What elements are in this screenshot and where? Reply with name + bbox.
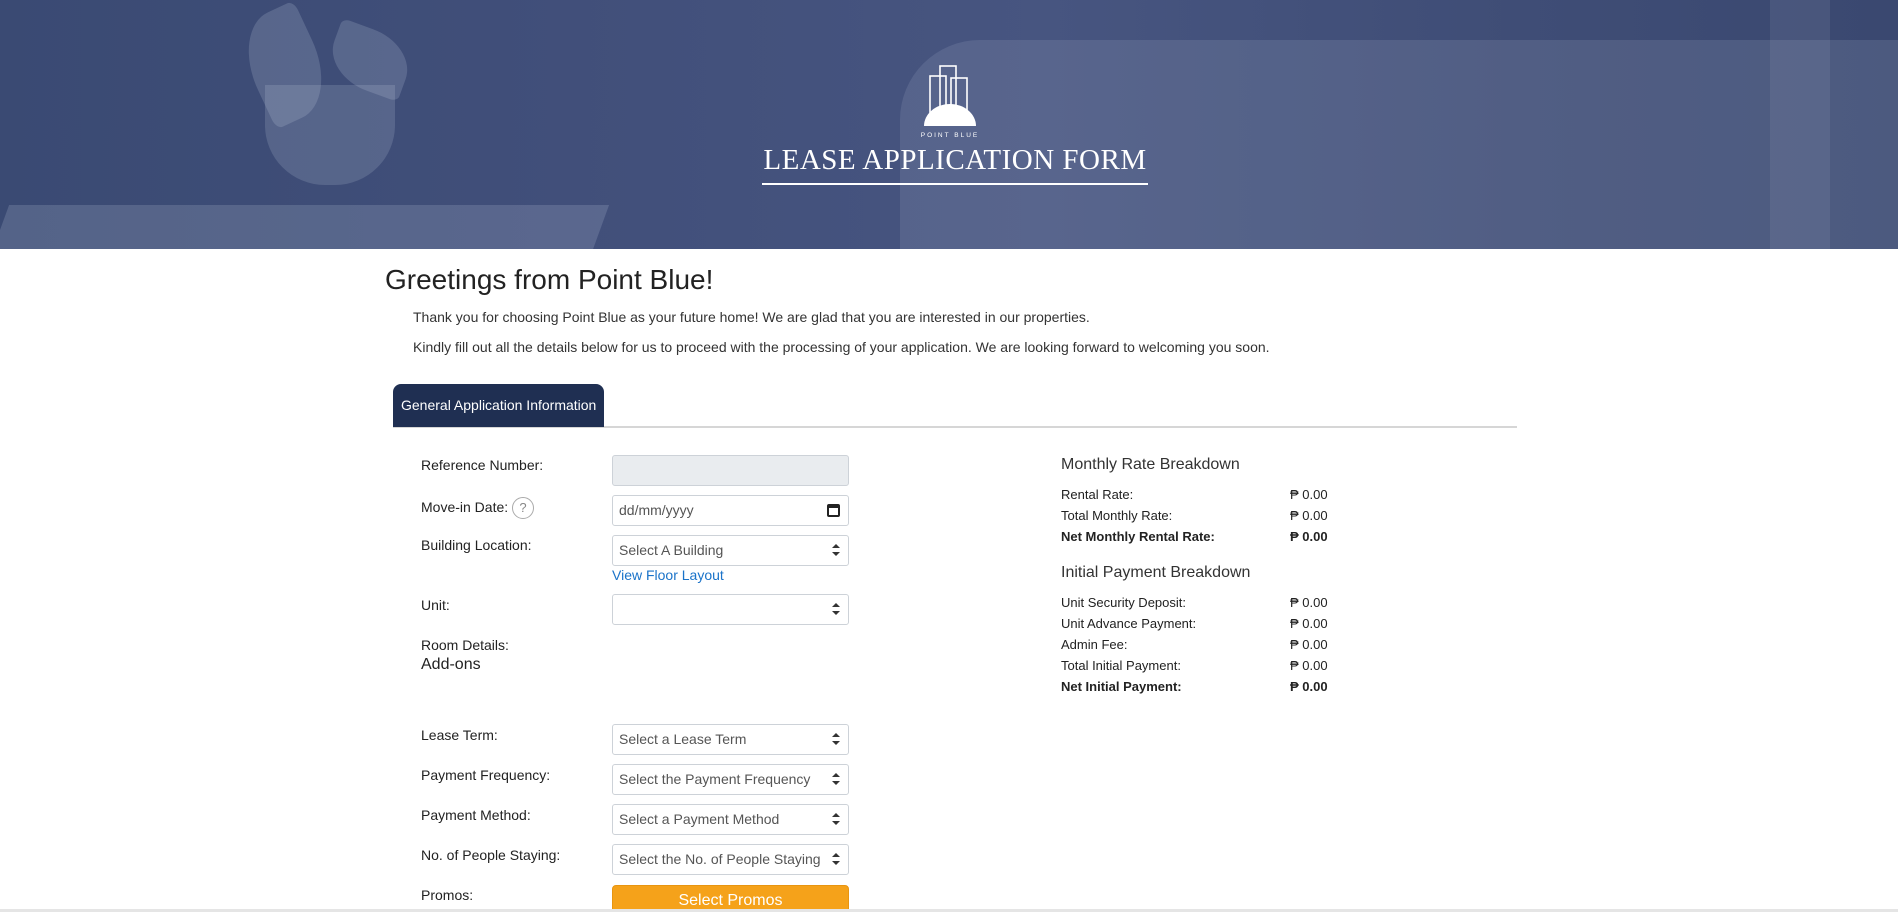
breakdown-row: Unit Security Deposit: ₱ 0.00 bbox=[1061, 595, 1361, 613]
breakdown-value: ₱ 0.00 bbox=[1290, 529, 1328, 544]
breakdown-row-total: Net Monthly Rental Rate: ₱ 0.00 bbox=[1061, 529, 1361, 547]
calendar-icon[interactable] bbox=[827, 504, 840, 517]
select-promos-button[interactable]: Select Promos bbox=[612, 885, 849, 912]
breakdown-label: Rental Rate: bbox=[1061, 487, 1134, 502]
promos-label: Promos: bbox=[421, 887, 474, 903]
breakdown-value: ₱ 0.00 bbox=[1290, 487, 1328, 502]
room-details-label: Room Details: bbox=[421, 637, 509, 653]
breakdown-value: ₱ 0.00 bbox=[1290, 658, 1328, 673]
breakdown-row: Unit Advance Payment: ₱ 0.00 bbox=[1061, 616, 1361, 634]
breakdown-value: ₱ 0.00 bbox=[1290, 637, 1328, 652]
background-table bbox=[0, 205, 610, 249]
breakdown-label: Net Initial Payment: bbox=[1061, 679, 1182, 694]
lease-term-label: Lease Term: bbox=[421, 727, 498, 743]
people-staying-select-value: Select the No. of People Staying bbox=[619, 851, 821, 867]
background-lamp bbox=[1770, 0, 1830, 249]
move-in-date-input[interactable]: dd/mm/yyyy bbox=[612, 495, 849, 526]
help-icon[interactable]: ? bbox=[512, 497, 534, 519]
breakdown-label: Total Monthly Rate: bbox=[1061, 508, 1173, 523]
building-select-value: Select A Building bbox=[619, 542, 724, 558]
svg-text:POINT BLUE: POINT BLUE bbox=[921, 132, 980, 139]
breakdown-label: Net Monthly Rental Rate: bbox=[1061, 529, 1215, 544]
breakdown-row: Total Initial Payment: ₱ 0.00 bbox=[1061, 658, 1361, 676]
payment-method-select[interactable]: Select a Payment Method bbox=[612, 804, 849, 835]
select-arrows-icon bbox=[832, 773, 840, 785]
unit-label: Unit: bbox=[421, 597, 450, 613]
breakdown-label: Total Initial Payment: bbox=[1061, 658, 1181, 673]
breakdown-row: Total Monthly Rate: ₱ 0.00 bbox=[1061, 508, 1361, 526]
breakdown-value: ₱ 0.00 bbox=[1290, 508, 1328, 523]
select-arrows-icon bbox=[832, 544, 840, 556]
tab-general-application-information[interactable]: General Application Information bbox=[393, 384, 605, 427]
monthly-breakdown-title: Monthly Rate Breakdown bbox=[1061, 456, 1240, 473]
initial-breakdown-title: Initial Payment Breakdown bbox=[1061, 564, 1251, 581]
unit-select[interactable] bbox=[612, 594, 849, 625]
building-select[interactable]: Select A Building bbox=[612, 535, 849, 566]
hero-banner: POINT BLUE LEASE APPLICATION FORM bbox=[0, 0, 1898, 249]
breakdown-row-total: Net Initial Payment: ₱ 0.00 bbox=[1061, 679, 1361, 697]
payment-frequency-select-value: Select the Payment Frequency bbox=[619, 771, 811, 787]
breakdown-label: Unit Advance Payment: bbox=[1061, 616, 1197, 631]
payment-method-label: Payment Method: bbox=[421, 807, 531, 823]
reference-number-field[interactable] bbox=[612, 455, 849, 486]
select-arrows-icon bbox=[832, 813, 840, 825]
background-plant-pot bbox=[265, 85, 395, 185]
move-in-date-label: Move-in Date: bbox=[421, 499, 509, 515]
building-location-label: Building Location: bbox=[421, 537, 532, 553]
date-placeholder: dd/mm/yyyy bbox=[619, 502, 694, 518]
tab-bar: General Application Information bbox=[393, 384, 1517, 428]
breakdown-row: Admin Fee: ₱ 0.00 bbox=[1061, 637, 1361, 655]
view-floor-layout-link[interactable]: View Floor Layout bbox=[612, 567, 724, 583]
lease-term-select-value: Select a Lease Term bbox=[619, 731, 747, 747]
lease-term-select[interactable]: Select a Lease Term bbox=[612, 724, 849, 755]
payment-frequency-label: Payment Frequency: bbox=[421, 767, 551, 783]
people-staying-select[interactable]: Select the No. of People Staying bbox=[612, 844, 849, 875]
people-staying-label: No. of People Staying: bbox=[421, 847, 561, 863]
select-arrows-icon bbox=[832, 603, 840, 615]
reference-number-label: Reference Number: bbox=[421, 457, 544, 473]
breakdown-label: Admin Fee: bbox=[1061, 637, 1128, 652]
select-arrows-icon bbox=[832, 733, 840, 745]
breakdown-label: Unit Security Deposit: bbox=[1061, 595, 1186, 610]
intro-text: Kindly fill out all the details below fo… bbox=[413, 339, 1270, 355]
breakdown-row: Rental Rate: ₱ 0.00 bbox=[1061, 487, 1361, 505]
select-arrows-icon bbox=[832, 853, 840, 865]
breakdown-value: ₱ 0.00 bbox=[1290, 595, 1328, 610]
intro-text: Thank you for choosing Point Blue as you… bbox=[413, 309, 1090, 325]
greeting-heading: Greetings from Point Blue! bbox=[385, 264, 714, 295]
payment-frequency-select[interactable]: Select the Payment Frequency bbox=[612, 764, 849, 795]
page-title: LEASE APPLICATION FORM bbox=[762, 144, 1148, 185]
breakdown-value: ₱ 0.00 bbox=[1290, 679, 1328, 694]
add-ons-heading: Add-ons bbox=[421, 656, 481, 673]
breakdown-value: ₱ 0.00 bbox=[1290, 616, 1328, 631]
point-blue-logo: POINT BLUE bbox=[921, 65, 980, 139]
payment-method-select-value: Select a Payment Method bbox=[619, 811, 780, 827]
